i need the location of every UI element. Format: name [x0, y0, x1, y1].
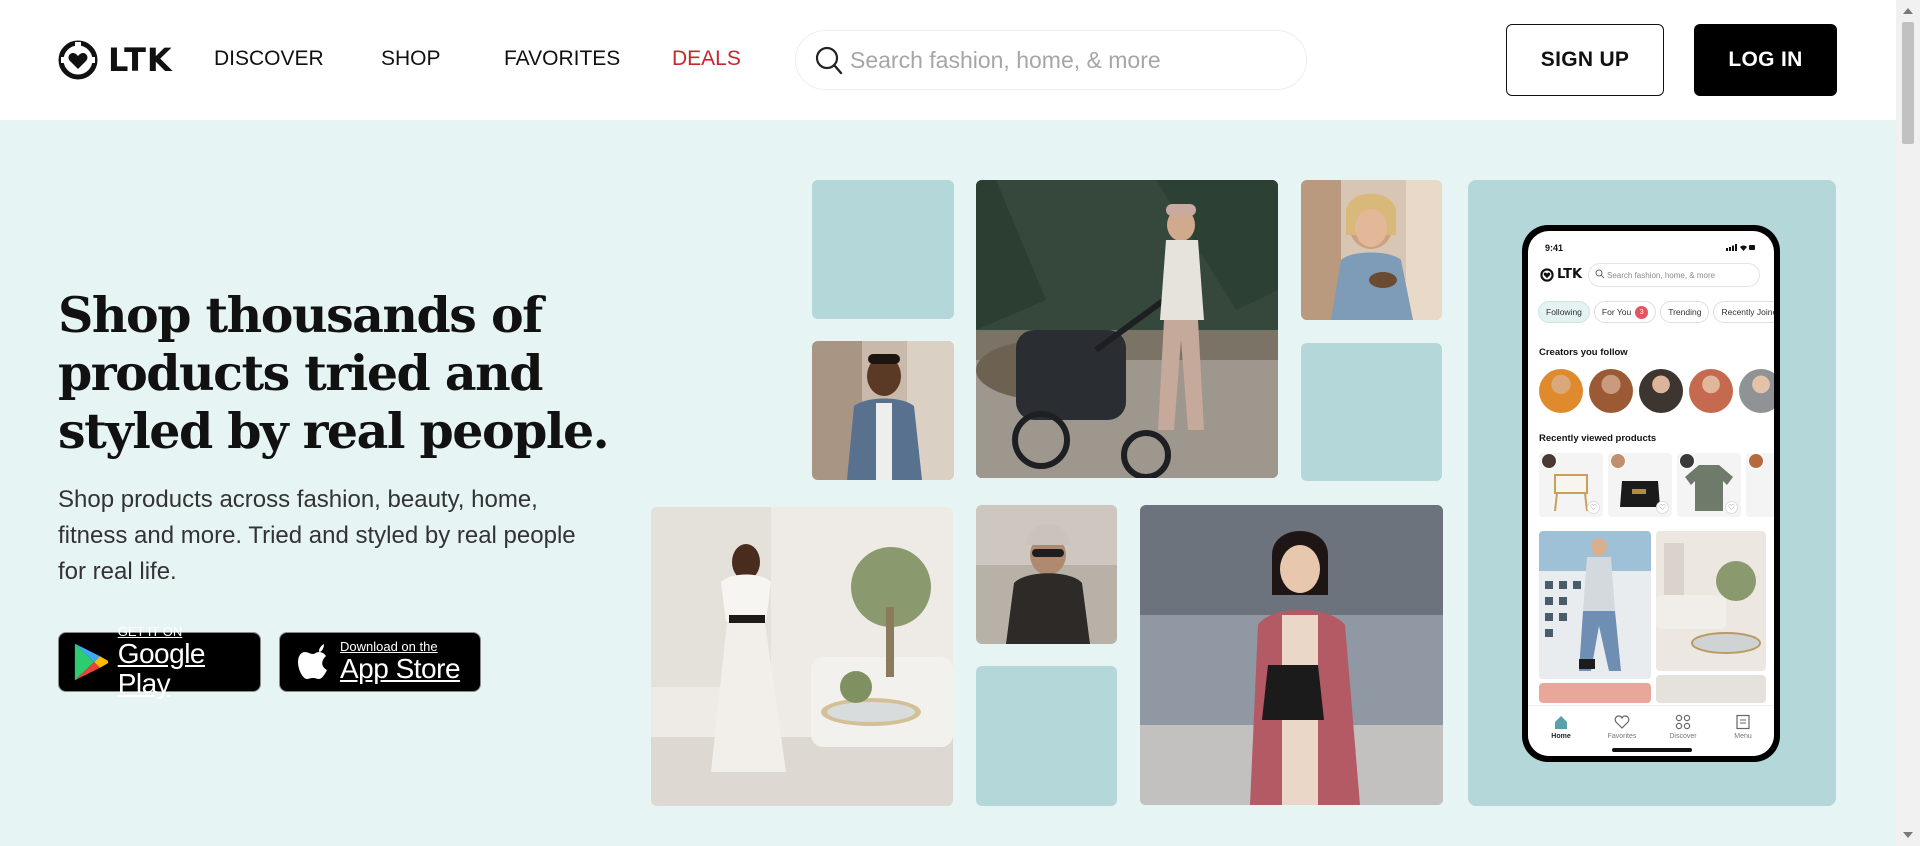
avatar	[1739, 369, 1774, 413]
ltk-logo[interactable]: LTK	[58, 40, 173, 80]
product-sweater: ♡	[1677, 453, 1741, 517]
google-play-button[interactable]: GET IT ON Google Play	[58, 625, 261, 699]
photo-man-denim[interactable]	[812, 341, 954, 480]
phone-tab-bar: Home Favorites Discover Menu	[1528, 705, 1774, 756]
search-icon	[815, 46, 843, 75]
heart-icon	[1614, 715, 1630, 729]
product-chair: ♡	[1539, 453, 1603, 517]
google-play-small-text: GET IT ON	[117, 624, 183, 639]
search-bar[interactable]	[795, 30, 1307, 90]
phone-chip-row: FollowingFor You3TrendingRecently Joined	[1538, 301, 1774, 325]
chip-for-you: For You 3	[1593, 301, 1657, 323]
nav-discover[interactable]: DISCOVER	[214, 47, 324, 71]
site-header: LTK DISCOVER SHOP FAVORITES DEALS SIGN U…	[0, 0, 1896, 120]
heart-icon: ♡	[1587, 501, 1600, 514]
search-input[interactable]	[850, 31, 1290, 89]
chip-badge: 3	[1635, 305, 1649, 319]
home-icon	[1555, 716, 1567, 729]
log-in-button[interactable]: LOG IN	[1694, 24, 1837, 96]
feed-photo-partial	[1539, 683, 1651, 703]
product-item	[1746, 453, 1774, 517]
tab-favorites: Favorites	[1597, 714, 1647, 740]
phone-logo-text: LTK	[1557, 267, 1583, 282]
recent-products-row: ♡ ♡ ♡	[1539, 453, 1774, 519]
home-indicator	[1612, 748, 1692, 752]
creators-title: Creators you follow	[1539, 347, 1628, 358]
ltk-logo-icon	[1540, 267, 1554, 282]
ltk-logo-icon	[58, 40, 98, 80]
apple-icon	[298, 644, 327, 679]
creators-row	[1539, 369, 1774, 415]
page-scrollbar[interactable]	[1896, 0, 1920, 846]
heart-icon: ♡	[1725, 501, 1738, 514]
collage-blank-tile	[976, 666, 1117, 806]
app-store-small-text: Download on the	[340, 639, 438, 654]
product-bag: ♡	[1608, 453, 1672, 517]
logo-text: LTK	[108, 41, 173, 79]
nav-favorites[interactable]: FAVORITES	[504, 47, 620, 71]
avatar	[1639, 369, 1683, 413]
scroll-up-arrow[interactable]	[1903, 8, 1913, 14]
phone-ltk-logo: LTK	[1540, 267, 1582, 282]
scroll-down-arrow[interactable]	[1903, 832, 1913, 838]
feed-photo-partial	[1656, 675, 1766, 703]
phone-search-bar: Search fashion, home, & more	[1588, 263, 1760, 287]
app-store-big-text: App Store	[340, 653, 461, 684]
photo-stroller-mom[interactable]	[976, 180, 1278, 478]
collage-blank-tile	[1301, 343, 1442, 481]
grid-icon	[1675, 714, 1691, 730]
hero-headline: Shop thousands of products tried and sty…	[58, 286, 610, 460]
photo-woman-pink-blazer[interactable]	[1140, 505, 1443, 805]
google-play-big-text: Google Play	[117, 638, 206, 699]
google-play-icon	[74, 643, 109, 681]
tab-home: Home	[1536, 714, 1586, 740]
feed-photo-living-room	[1656, 531, 1766, 671]
hero-subtext: Shop products across fashion, beauty, ho…	[58, 486, 576, 585]
scroll-thumb[interactable]	[1902, 22, 1914, 144]
heart-icon: ♡	[1656, 501, 1669, 514]
feed-photo-fashion	[1539, 531, 1651, 679]
menu-icon	[1736, 714, 1750, 730]
chip-recently-joined: Recently Joined	[1713, 301, 1774, 323]
avatar	[1539, 369, 1583, 413]
tab-menu: Menu	[1718, 714, 1768, 740]
photo-woman-laughing[interactable]	[1301, 180, 1442, 320]
phone-time: 9:41	[1545, 243, 1564, 253]
chip-trending: Trending	[1660, 301, 1710, 323]
photo-woman-beanie[interactable]	[976, 505, 1117, 644]
phone-mockup: 9:41 LTK Search fashion, home, & more Fo…	[1522, 225, 1780, 762]
nav-deals[interactable]: DEALS	[672, 47, 741, 71]
avatar	[1689, 369, 1733, 413]
nav-shop[interactable]: SHOP	[381, 47, 441, 71]
phone-search-placeholder: Search fashion, home, & more	[1607, 270, 1716, 280]
chip-following: Following	[1538, 301, 1590, 323]
status-icons	[1726, 244, 1755, 251]
avatar	[1589, 369, 1633, 413]
photo-woman-white-dress[interactable]	[651, 507, 953, 806]
collage-blank-tile	[812, 180, 954, 319]
search-icon	[1595, 269, 1605, 279]
phone-screen: 9:41 LTK Search fashion, home, & more Fo…	[1528, 231, 1774, 756]
sign-up-button[interactable]: SIGN UP	[1506, 24, 1664, 96]
app-store-button[interactable]: Download on the App Store	[279, 632, 481, 692]
tab-discover: Discover	[1658, 714, 1708, 740]
recent-title: Recently viewed products	[1539, 433, 1657, 444]
